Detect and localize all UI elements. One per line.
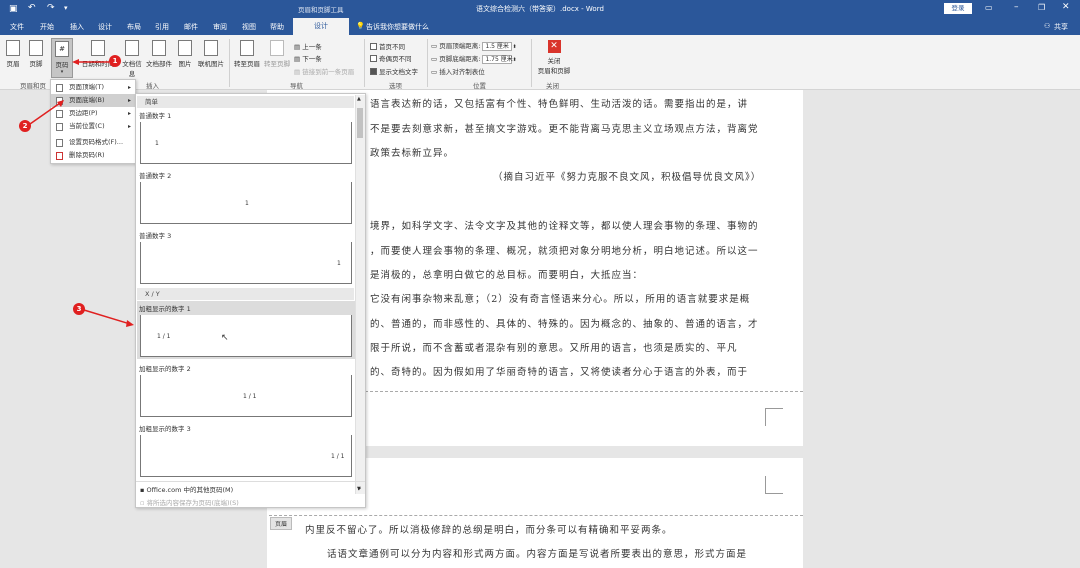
callout-badge-1: 1 [109, 55, 121, 67]
annotation-arrows [29, 59, 134, 327]
callout-arrowhead-1 [72, 59, 79, 65]
callout-arrow-2 [29, 102, 61, 125]
callout-arrowhead-3 [126, 320, 134, 327]
callout-badge-2: 2 [19, 120, 31, 132]
callout-badge-3: 3 [73, 303, 85, 315]
callout-arrow-3 [83, 309, 131, 325]
